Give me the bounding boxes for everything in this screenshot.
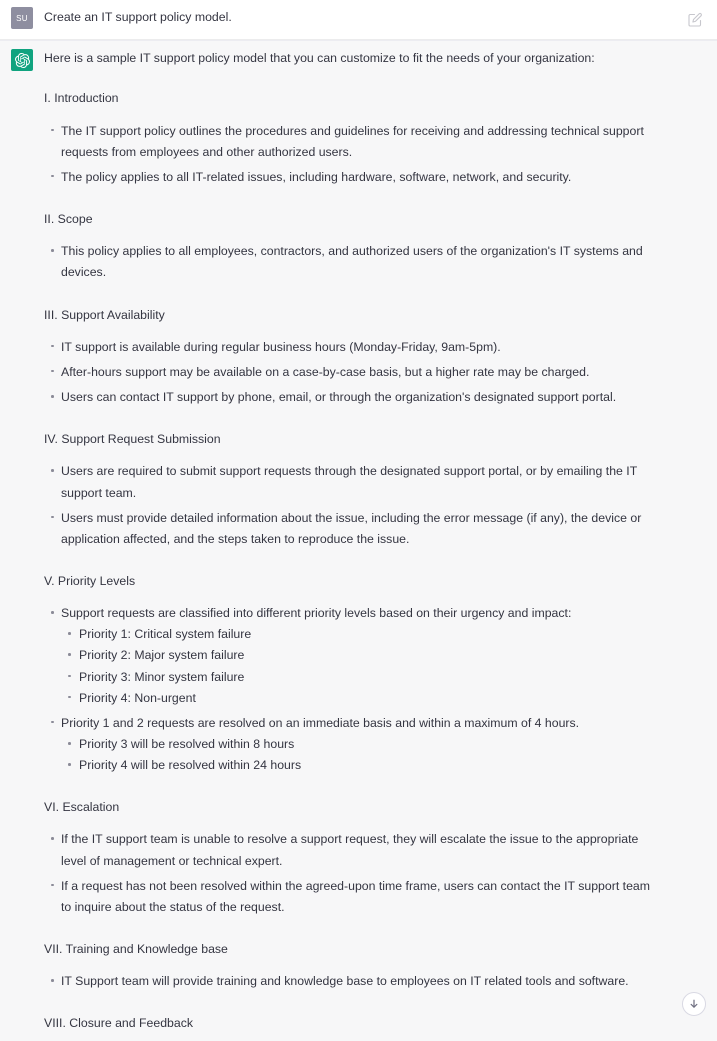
- user-avatar-container: SU: [0, 6, 44, 29]
- bullet-list: Users are required to submit support req…: [44, 461, 655, 550]
- section-heading: VI. Escalation: [44, 800, 120, 815]
- user-message-content: Create an IT support policy model.: [44, 6, 717, 26]
- section-heading: VII. Training and Knowledge base: [44, 942, 228, 957]
- edit-pencil-icon[interactable]: [687, 12, 703, 28]
- list-item-text: If the IT support team is unable to reso…: [61, 832, 639, 868]
- bullet-list: If the IT support team is unable to reso…: [44, 829, 655, 918]
- list-item: The policy applies to all IT-related iss…: [44, 167, 655, 188]
- policy-sections: I. Introduction The IT support policy out…: [44, 90, 655, 1041]
- list-item-text: If a request has not been resolved withi…: [61, 878, 650, 914]
- section-heading: I. Introduction: [44, 91, 119, 106]
- list-item: The IT support policy outlines the proce…: [44, 121, 655, 163]
- nested-list-item: Priority 4 will be resolved within 24 ho…: [61, 755, 655, 776]
- list-item-text: Priority 1 and 2 requests are resolved o…: [61, 715, 580, 730]
- list-item-text: Users can contact IT support by phone, e…: [61, 390, 617, 405]
- section-heading: II. Scope: [44, 212, 93, 227]
- list-item: Priority 1 and 2 requests are resolved o…: [44, 713, 655, 776]
- bullet-list: IT Support team will provide training an…: [44, 971, 655, 992]
- list-item: If a request has not been resolved withi…: [44, 876, 655, 918]
- list-item: If the IT support team is unable to reso…: [44, 829, 655, 871]
- list-item: Users must provide detailed information …: [44, 508, 655, 550]
- list-item-text: IT Support team will provide training an…: [61, 974, 629, 989]
- bullet-list: The IT support policy outlines the proce…: [44, 121, 655, 188]
- list-item: IT Support team will provide training an…: [44, 971, 655, 992]
- chat-conversation: SU Create an IT support policy model. He…: [0, 0, 717, 1041]
- list-item-text: The IT support policy outlines the proce…: [61, 123, 644, 159]
- section-heading: VIII. Closure and Feedback: [44, 1016, 194, 1031]
- list-item-text: IT support is available during regular b…: [61, 339, 501, 354]
- scroll-to-bottom-button[interactable]: [682, 992, 706, 1016]
- nested-bullet-list: Priority 3 will be resolved within 8 hou…: [61, 734, 655, 776]
- openai-logo-icon: [11, 49, 33, 71]
- bullet-list: This policy applies to all employees, co…: [44, 241, 655, 283]
- bullet-list: IT support is available during regular b…: [44, 337, 655, 408]
- nested-list-item: Priority 3: Minor system failure: [61, 667, 655, 688]
- assistant-message-content: Here is a sample IT support policy model…: [44, 48, 717, 1041]
- list-item: Users can contact IT support by phone, e…: [44, 387, 655, 408]
- nested-list-item: Priority 2: Major system failure: [61, 645, 655, 666]
- list-item: This policy applies to all employees, co…: [44, 241, 655, 283]
- list-item: After-hours support may be available on …: [44, 362, 655, 383]
- list-item-text: The policy applies to all IT-related iss…: [61, 169, 572, 184]
- avatar: SU: [11, 7, 33, 29]
- list-item-text: Users are required to submit support req…: [61, 464, 637, 500]
- list-item-text: This policy applies to all employees, co…: [61, 244, 643, 280]
- list-item-text: After-hours support may be available on …: [61, 364, 590, 379]
- section-heading: V. Priority Levels: [44, 573, 136, 588]
- list-item-text: Support requests are classified into dif…: [61, 606, 572, 621]
- bullet-list: Support requests are classified into dif…: [44, 603, 655, 776]
- user-message-row: SU Create an IT support policy model.: [0, 0, 717, 40]
- list-item: Support requests are classified into dif…: [44, 603, 655, 709]
- section-heading: III. Support Availability: [44, 307, 165, 322]
- nested-bullet-list: Priority 1: Critical system failure Prior…: [61, 624, 655, 709]
- arrow-down-icon: [690, 999, 698, 1008]
- list-item-text: Users must provide detailed information …: [61, 510, 642, 546]
- assistant-avatar-container: [0, 48, 44, 71]
- nested-list-item: Priority 4: Non-urgent: [61, 688, 655, 709]
- list-item: Users are required to submit support req…: [44, 461, 655, 503]
- user-message-text: Create an IT support policy model.: [44, 10, 232, 24]
- nested-list-item: Priority 3 will be resolved within 8 hou…: [61, 734, 655, 755]
- list-item: IT support is available during regular b…: [44, 337, 655, 358]
- assistant-intro-text: Here is a sample IT support policy model…: [44, 51, 595, 65]
- nested-list-item: Priority 1: Critical system failure: [61, 624, 655, 645]
- section-heading: IV. Support Request Submission: [44, 432, 221, 447]
- assistant-message-row: Here is a sample IT support policy model…: [0, 40, 717, 1041]
